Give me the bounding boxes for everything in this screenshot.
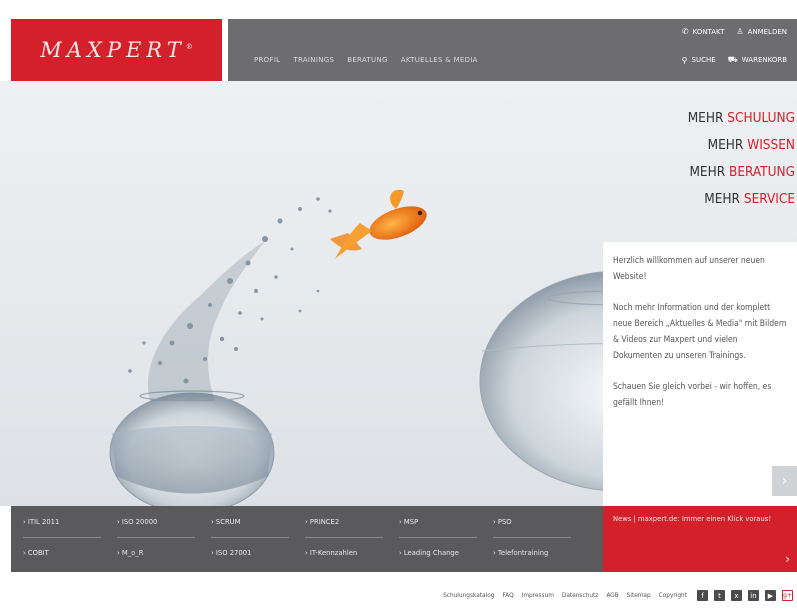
news-box[interactable]: News | maxpert.de: Immer einen Klick vor… [603,506,797,572]
suche-link[interactable]: ⚲ SUCHE [682,55,716,65]
quicklink-prince2[interactable]: › PRINCE2 [293,518,387,538]
chevron-right-icon[interactable]: › [785,552,790,566]
warenkorb-link[interactable]: ⛟ WARENKORB [728,55,787,65]
linkedin-icon[interactable]: in [748,590,759,601]
quicklink-telefontraining[interactable]: › Telefontraining [481,549,575,557]
top-navigation-bar: PROFIL TRAININGS BERATUNG AKTUELLES & ME… [228,19,797,81]
footer-link-impressum[interactable]: Impressum [522,593,554,599]
welcome-greeting: Herzlich willkommen auf unserer neuen We… [613,256,765,282]
xing-icon[interactable]: x [731,590,742,601]
footer-link-copyright[interactable]: Copyright [659,593,687,599]
water-splash [128,197,332,401]
nav-item-trainings[interactable]: TRAININGS [293,56,334,64]
welcome-cta: Schauen Sie gleich vorbei - wir hoffen, … [613,382,772,408]
quicklink-pso[interactable]: › PSO [481,518,575,538]
social-icons: f t x in ▶ g+ [697,590,793,601]
footer-link-datenschutz[interactable]: Datenschutz [562,593,598,599]
slider-next-button[interactable]: › [772,466,797,496]
tagline-beratung: MEHR BERATUNG [689,164,795,180]
footer-link-sitemap[interactable]: Sitemap [627,593,651,599]
training-quicklinks: › ITIL 2011 › ISO 20000 › SCRUM › PRINCE… [11,506,603,572]
anmelden-link[interactable]: ♙ ANMELDEN [736,27,787,36]
footer-link-faq[interactable]: FAQ [502,593,513,599]
user-icon: ♙ [736,27,744,36]
goldfish [330,189,427,259]
page: MAXPERT® PROFIL TRAININGS BERATUNG AKTUE… [0,0,797,612]
footer-link-agb[interactable]: AGB [606,593,618,599]
quicklink-m-o-r[interactable]: › M_o_R [105,549,199,557]
left-fishbowl [109,390,275,506]
nav-item-profil[interactable]: PROFIL [254,56,280,64]
tagline-service: MEHR SERVICE [704,191,795,207]
chevron-right-icon: › [781,473,788,489]
hero-banner: MEHR SCHULUNG MEHR WISSEN MEHR BERATUNG … [0,81,797,506]
footer: Schulungskatalog FAQ Impressum Datenschu… [443,590,793,601]
nav-item-beratung[interactable]: BERATUNG [347,56,388,64]
logo-text: MAXPERT® [40,38,193,62]
quicklink-cobit[interactable]: › COBIT [11,549,105,557]
quicklink-it-kennzahlen[interactable]: › IT-Kennzahlen [293,549,387,557]
phone-icon: ✆ [681,27,689,36]
quicklink-msp[interactable]: › MSP [387,518,481,538]
main-nav: PROFIL TRAININGS BERATUNG AKTUELLES & ME… [254,56,478,64]
tagline-schulung: MEHR SCHULUNG [687,110,795,126]
quicklinks-row-1: › ITIL 2011 › ISO 20000 › SCRUM › PRINCE… [11,518,603,538]
quicklink-scrum[interactable]: › SCRUM [199,518,293,538]
welcome-panel: Herzlich willkommen auf unserer neuen We… [603,242,797,506]
facebook-icon[interactable]: f [697,590,708,601]
welcome-info: Noch mehr Information und der komplett n… [613,303,787,361]
kontakt-link[interactable]: ✆ KONTAKT [682,27,725,36]
nav-item-aktuelles-media[interactable]: AKTUELLES & MEDIA [401,56,478,64]
youtube-icon[interactable]: ▶ [765,590,776,601]
quicklink-itil-2011[interactable]: › ITIL 2011 [11,518,105,538]
news-text: News | maxpert.de: Immer einen Klick vor… [613,515,772,523]
utility-nav: ✆ KONTAKT ♙ ANMELDEN ⚲ SUCHE ⛟ WARENKORB [682,27,787,65]
logo[interactable]: MAXPERT® [11,19,222,81]
quicklink-leading-change[interactable]: › Leading Change [387,549,481,557]
quicklink-iso-20000[interactable]: › ISO 20000 [105,518,199,538]
twitter-icon[interactable]: t [714,590,725,601]
quicklink-iso-27001[interactable]: › ISO 27001 [199,549,293,557]
google-plus-icon[interactable]: g+ [782,590,793,601]
footer-link-schulungskatalog[interactable]: Schulungskatalog [443,593,494,599]
tagline-wissen: MEHR WISSEN [707,137,795,153]
cart-icon: ⛟ [727,55,738,64]
quicklinks-row-2: › COBIT › M_o_R › ISO 27001 › IT-Kennzah… [11,549,603,557]
search-icon: ⚲ [681,55,688,65]
hero-taglines: MEHR SCHULUNG MEHR WISSEN MEHR BERATUNG … [688,105,795,213]
